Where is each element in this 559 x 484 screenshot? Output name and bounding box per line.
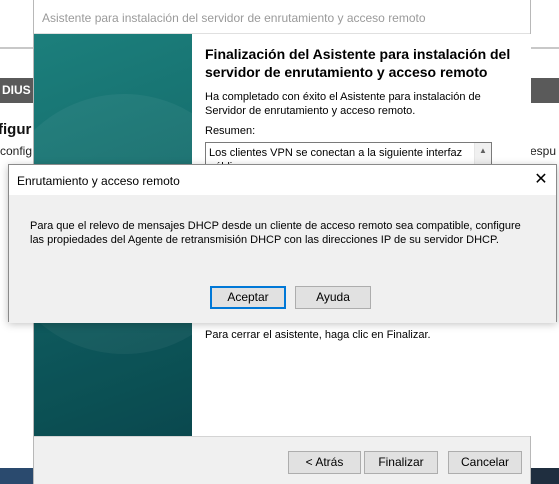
wizard-heading: Finalización del Asistente para instalac… <box>205 46 511 80</box>
background-text-right: espu <box>530 144 557 158</box>
wizard-intro-text: Ha completado con éxito el Asistente par… <box>205 91 481 117</box>
dialog-body: Para que el relevo de mensajes DHCP desd… <box>9 195 556 323</box>
wizard-titlebar[interactable]: Asistente para instalación del servidor … <box>34 0 530 34</box>
dialog-message: Para que el relevo de mensajes DHCP desd… <box>30 220 521 246</box>
background-text-left: config <box>0 144 33 158</box>
close-icon[interactable]: ✕ <box>526 165 556 195</box>
scroll-up-icon[interactable]: ▲ <box>475 143 491 159</box>
ok-button[interactable]: Aceptar <box>210 286 286 309</box>
finish-instruction-text: Para cerrar el asistente, haga clic en F… <box>205 329 431 341</box>
summary-label: Resumen: <box>205 125 256 137</box>
message-dialog: Enrutamiento y acceso remoto ✕ Para que … <box>8 164 557 323</box>
finish-button[interactable]: Finalizar <box>364 451 438 474</box>
back-button[interactable]: < Atrás <box>288 451 361 474</box>
cancel-button[interactable]: Cancelar <box>448 451 522 474</box>
dialog-titlebar[interactable]: Enrutamiento y acceso remoto ✕ <box>9 165 556 195</box>
dialog-title: Enrutamiento y acceso remoto <box>17 174 180 188</box>
help-button[interactable]: Ayuda <box>295 286 371 309</box>
wizard-title: Asistente para instalación del servidor … <box>42 11 426 25</box>
wizard-footer: < Atrás Finalizar Cancelar <box>34 436 530 484</box>
background-heading: figur <box>0 121 32 138</box>
